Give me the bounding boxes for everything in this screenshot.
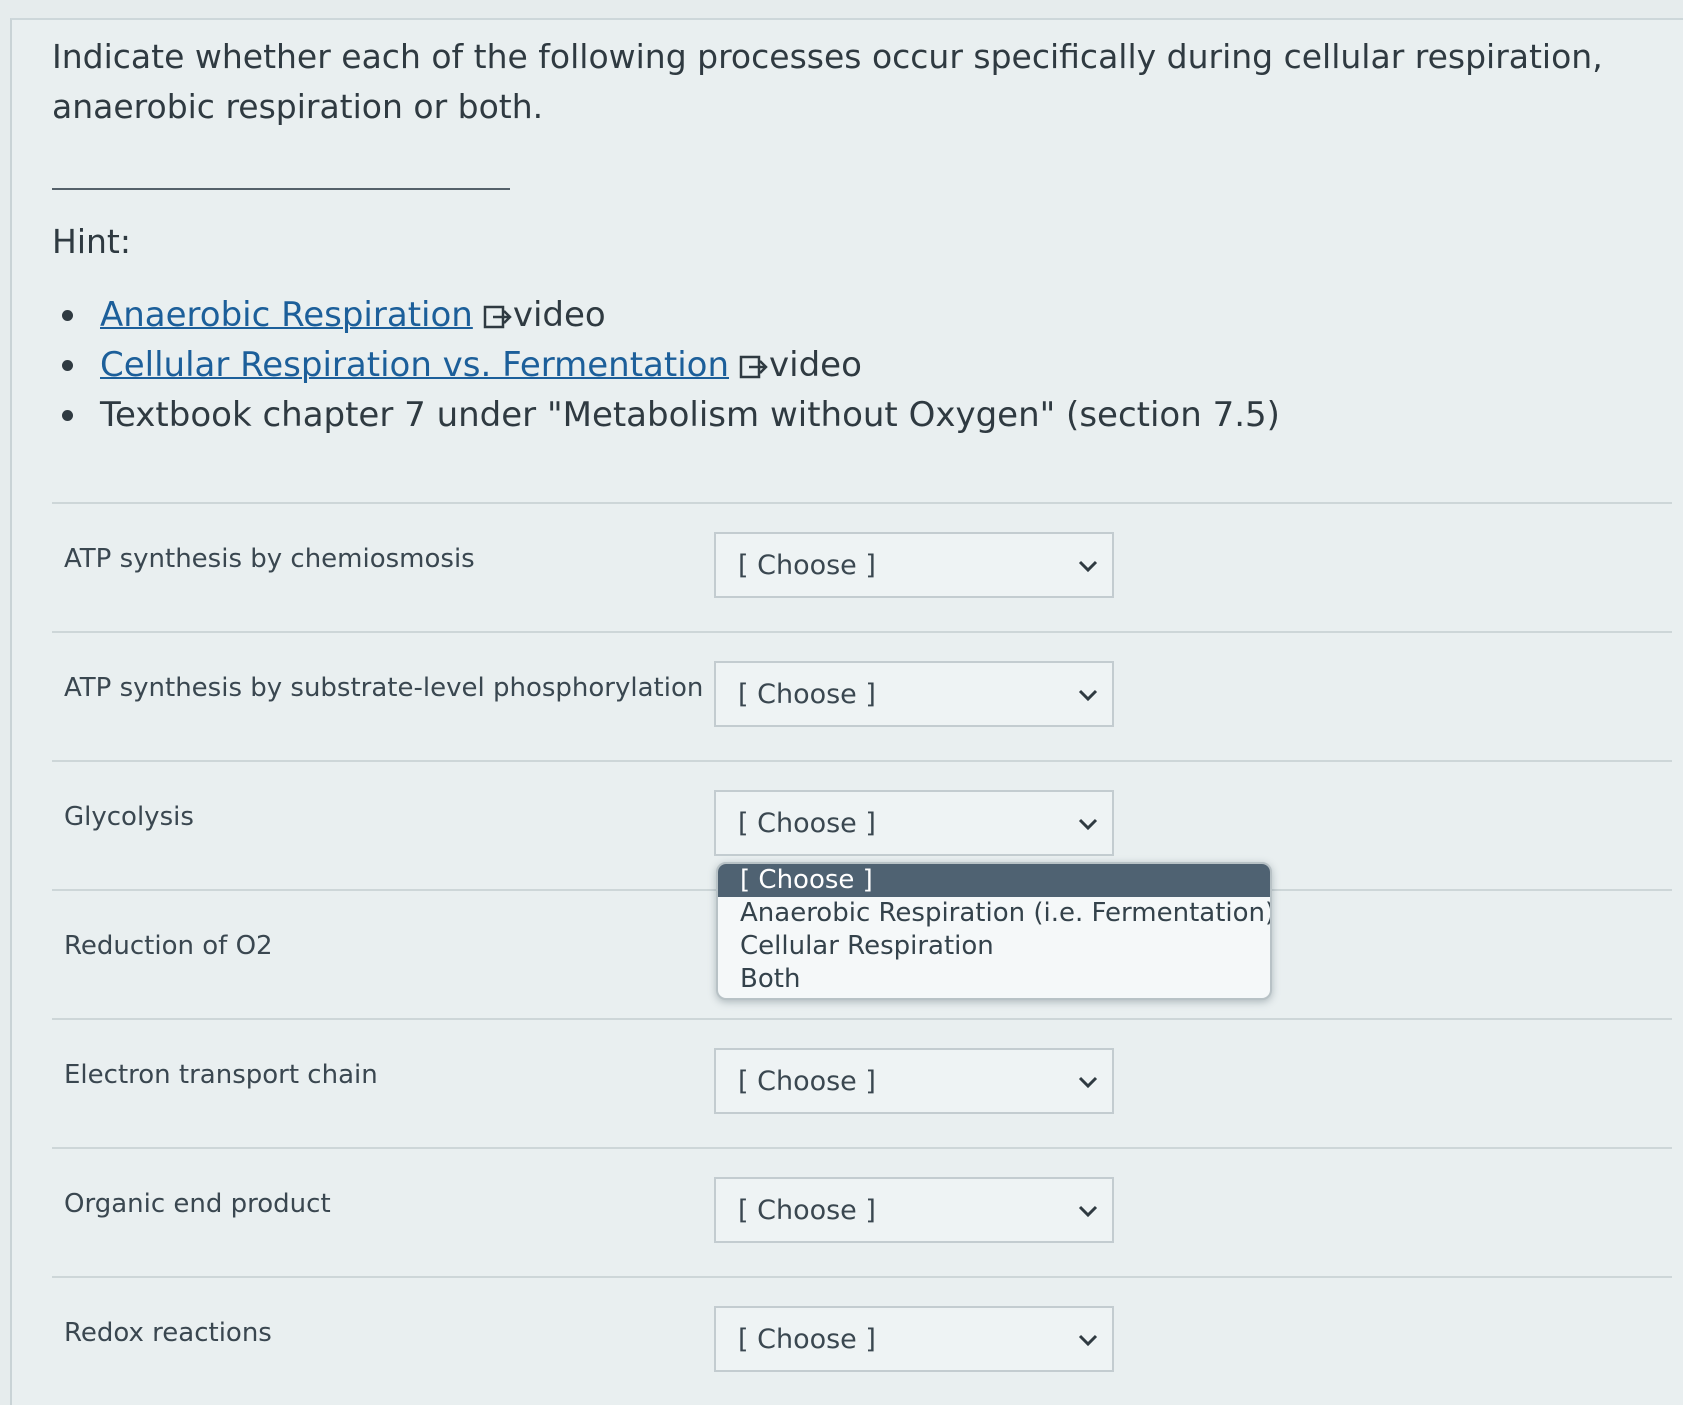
hint-item: Anaerobic Respiration video — [60, 290, 1280, 340]
hint-label: Hint: — [52, 222, 131, 261]
cellular-respiration-vs-fermentation-link[interactable]: Cellular Respiration vs. Fermentation — [100, 345, 729, 385]
matching-row: Organic end product [ Choose ] — [52, 1147, 1672, 1276]
matching-row: ATP synthesis by substrate-level phospho… — [52, 631, 1672, 760]
select-value: [ Choose ] — [738, 1066, 876, 1097]
hint-list: Anaerobic Respiration video Cellular Res… — [60, 290, 1280, 440]
external-link-icon — [483, 305, 512, 329]
hint-item: Textbook chapter 7 under "Metabolism wit… — [60, 390, 1280, 440]
question-text: Indicate whether each of the following p… — [52, 37, 1603, 126]
answer-select[interactable]: [ Choose ] — [714, 790, 1114, 856]
matching-row: Redox reactions [ Choose ] — [52, 1276, 1672, 1405]
answer-select[interactable]: [ Choose ] — [714, 1177, 1114, 1243]
select-value: [ Choose ] — [738, 1195, 876, 1226]
answer-select[interactable]: [ Choose ] — [714, 1306, 1114, 1372]
chevron-down-icon — [1078, 689, 1098, 702]
process-label: Glycolysis — [64, 802, 194, 832]
answer-select[interactable]: [ Choose ] — [714, 532, 1114, 598]
select-value: [ Choose ] — [738, 679, 876, 710]
bullet — [62, 410, 73, 421]
dropdown-option-anaerobic[interactable]: Anaerobic Respiration (i.e. Fermentation… — [718, 897, 1270, 930]
anaerobic-respiration-link[interactable]: Anaerobic Respiration — [100, 295, 473, 335]
dropdown-option-both[interactable]: Both — [718, 963, 1270, 996]
select-value: [ Choose ] — [738, 1324, 876, 1355]
chevron-down-icon — [1078, 818, 1098, 831]
process-label: Reduction of O2 — [64, 931, 273, 961]
process-label: Electron transport chain — [64, 1060, 378, 1090]
answer-select[interactable]: [ Choose ] — [714, 661, 1114, 727]
dropdown-option-cellular[interactable]: Cellular Respiration — [718, 930, 1270, 963]
video-label: video — [769, 345, 862, 385]
bullet — [62, 310, 73, 321]
hint-item: Cellular Respiration vs. Fermentation vi… — [60, 340, 1280, 390]
process-label: ATP synthesis by chemiosmosis — [64, 544, 475, 574]
chevron-down-icon — [1078, 1334, 1098, 1347]
video-label: video — [512, 295, 606, 335]
chevron-down-icon — [1078, 1076, 1098, 1089]
chevron-down-icon — [1078, 560, 1098, 573]
process-label: Redox reactions — [64, 1318, 272, 1348]
matching-row: ATP synthesis by chemiosmosis [ Choose ] — [52, 502, 1672, 631]
bullet — [62, 360, 73, 371]
dropdown-option-choose[interactable]: [ Choose ] — [718, 864, 1270, 897]
answer-select[interactable]: [ Choose ] — [714, 1048, 1114, 1114]
answer-dropdown-list: [ Choose ] Anaerobic Respiration (i.e. F… — [716, 862, 1272, 1000]
select-value: [ Choose ] — [738, 808, 876, 839]
divider — [52, 188, 510, 190]
select-value: [ Choose ] — [738, 550, 876, 581]
external-link-icon — [739, 355, 768, 379]
process-label: ATP synthesis by substrate-level phospho… — [64, 673, 704, 703]
matching-row: Electron transport chain [ Choose ] — [52, 1018, 1672, 1147]
textbook-reference: Textbook chapter 7 under "Metabolism wit… — [100, 395, 1280, 435]
chevron-down-icon — [1078, 1205, 1098, 1218]
process-label: Organic end product — [64, 1189, 331, 1219]
